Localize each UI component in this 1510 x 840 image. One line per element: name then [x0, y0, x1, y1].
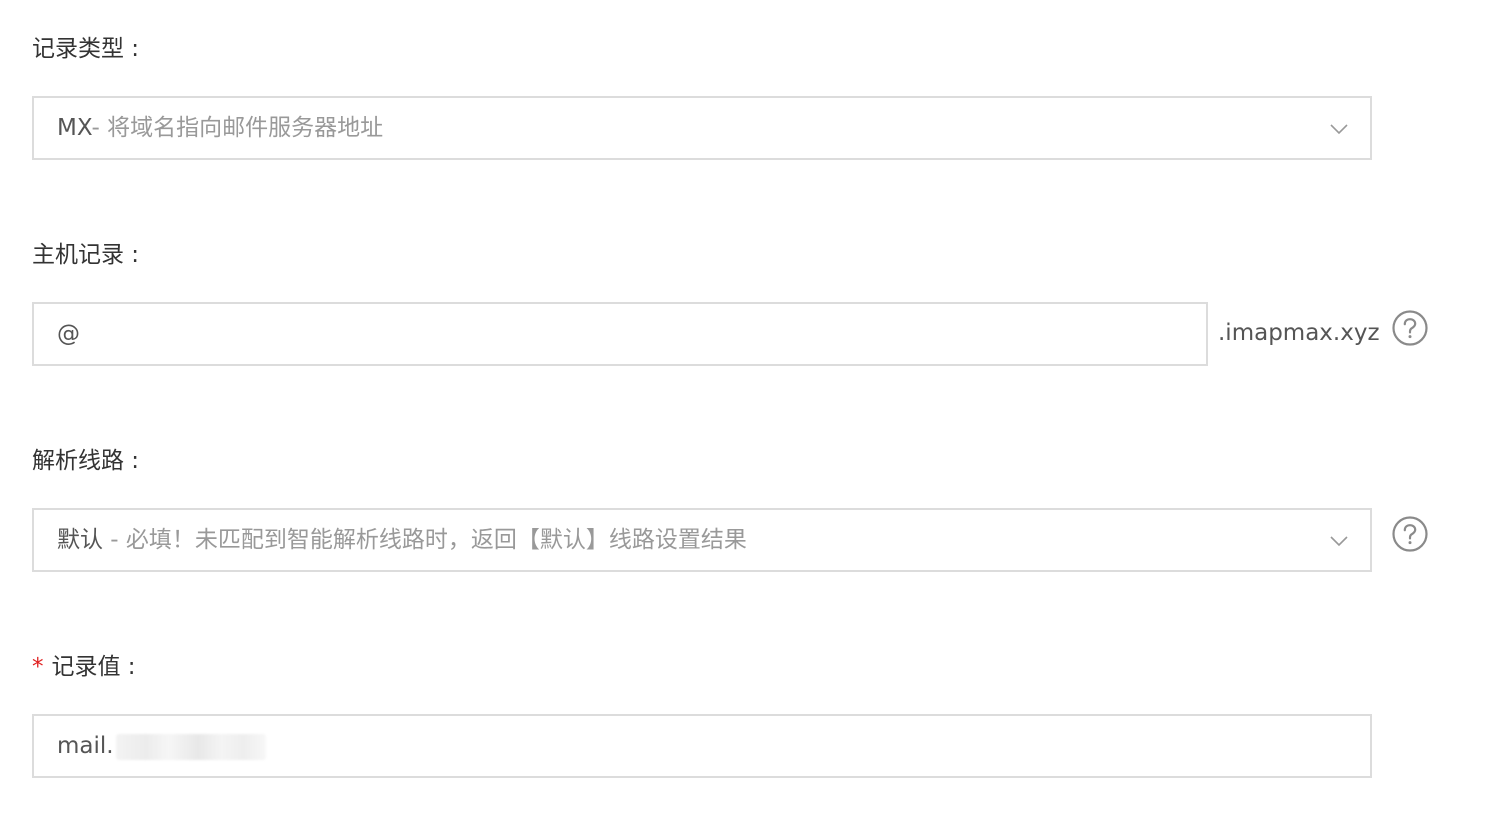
record-type-value-main: MX	[57, 115, 92, 141]
chevron-down-icon	[1330, 124, 1348, 135]
resolution-line-select[interactable]: 默认 - 必填！未匹配到智能解析线路时，返回【默认】线路设置结果	[32, 508, 1372, 572]
record-value-input[interactable]: mail.	[32, 714, 1372, 778]
required-mark: *	[32, 654, 44, 680]
question-circle-icon[interactable]	[1391, 515, 1429, 553]
record-value-label-row: * 记录值 :	[32, 652, 136, 682]
host-record-input[interactable]: @	[32, 302, 1208, 366]
resolution-line-label: 解析线路 :	[32, 448, 140, 474]
resolution-line-value-desc: - 必填！未匹配到智能解析线路时，返回【默认】线路设置结果	[103, 527, 747, 553]
record-type-select[interactable]: MX- 将域名指向邮件服务器地址	[32, 96, 1372, 160]
host-record-value: @	[57, 321, 80, 347]
domain-suffix: .imapmax.xyz	[1218, 320, 1380, 346]
record-value-label: 记录值 :	[51, 654, 136, 680]
resolution-line-value: 默认 - 必填！未匹配到智能解析线路时，返回【默认】线路设置结果	[57, 510, 747, 570]
resolution-line-value-main: 默认	[57, 527, 103, 553]
redacted-blur	[115, 733, 266, 760]
record-type-label: 记录类型 :	[32, 36, 140, 62]
record-type-value-desc: - 将域名指向邮件服务器地址	[91, 115, 384, 141]
question-circle-icon[interactable]	[1391, 309, 1429, 347]
record-value-text: mail.	[57, 716, 266, 776]
chevron-down-icon	[1330, 536, 1348, 547]
host-record-label: 主机记录 :	[32, 242, 140, 268]
record-value-visible: mail.	[57, 733, 114, 759]
record-type-value: MX- 将域名指向邮件服务器地址	[57, 98, 383, 158]
